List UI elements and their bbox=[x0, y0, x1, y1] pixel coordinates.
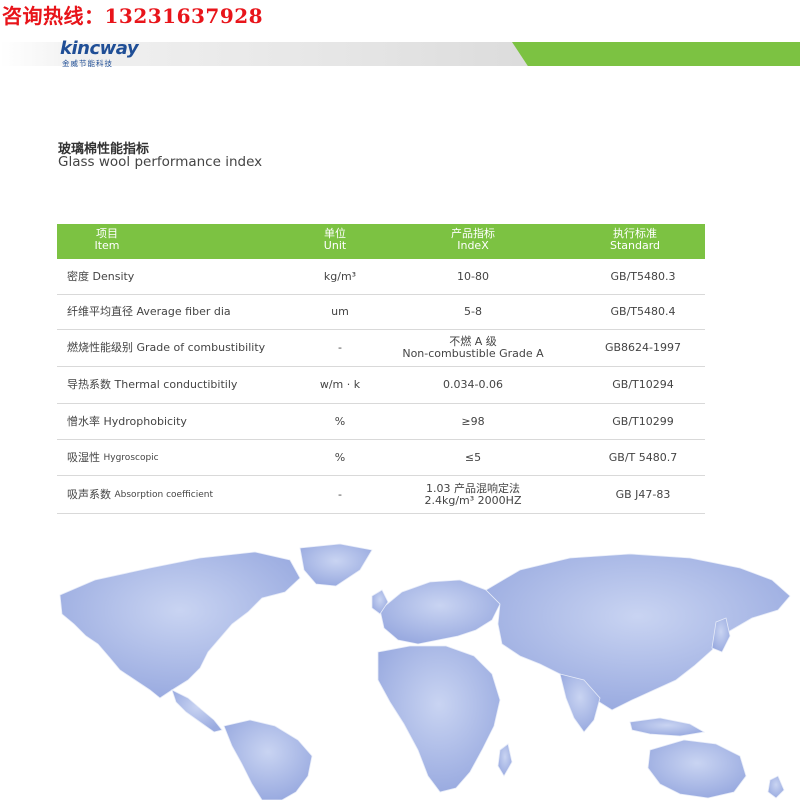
row-index: 10-80 bbox=[457, 269, 489, 283]
row-index: 0.034-0.06 bbox=[443, 378, 503, 391]
item-en: Hygroscopic bbox=[103, 452, 159, 463]
row-standard: GB/T5480.4 bbox=[610, 305, 676, 318]
australia-shape bbox=[647, 739, 747, 799]
row-unit: w/m · k bbox=[319, 378, 361, 391]
row-standard: GB/T 5480.7 bbox=[608, 450, 678, 464]
item-cn: 纤维平均直径 bbox=[67, 305, 133, 318]
row-unit: um bbox=[331, 305, 349, 318]
indonesia-shape bbox=[629, 717, 706, 737]
header-standard-en: Standard bbox=[609, 239, 661, 252]
header-index-en: IndeX bbox=[457, 239, 489, 252]
row-item: 燃烧性能级别 Grade of combustibility bbox=[67, 330, 307, 366]
africa-shape bbox=[377, 645, 501, 793]
header-standard: 执行标准 Standard bbox=[573, 228, 697, 252]
header-green-bar bbox=[512, 42, 800, 66]
item-cn: 密度 bbox=[67, 269, 89, 283]
item-cn: 导热系数 bbox=[67, 378, 111, 391]
brand-logo: kincway 金威节能科技 bbox=[60, 38, 160, 68]
item-cn: 吸声系数 bbox=[67, 487, 111, 501]
item-en: Thermal conductibitily bbox=[114, 378, 238, 391]
row-standard: GB J47-83 bbox=[615, 487, 671, 501]
index-line-2: 2.4kg/m³ 2000HZ bbox=[424, 493, 522, 507]
row-index: 不燃 A 级 Non-combustible Grade A bbox=[373, 330, 573, 366]
item-en: Density bbox=[92, 269, 135, 283]
table-row: 燃烧性能级别 Grade of combustibility - 不燃 A 级 … bbox=[57, 330, 705, 367]
header-unit-en: Unit bbox=[323, 239, 347, 252]
row-standard: GB/T10299 bbox=[612, 414, 674, 428]
table-row: 密度 Density kg/m³ 10-80 GB/T5480.3 bbox=[57, 259, 705, 295]
index-line-2: Non-combustible Grade A bbox=[402, 347, 544, 360]
row-item: 密度 Density bbox=[67, 259, 307, 294]
central-america-shape bbox=[171, 689, 223, 733]
madagascar-shape bbox=[497, 743, 513, 777]
table-row: 导热系数 Thermal conductibitily w/m · k 0.03… bbox=[57, 367, 705, 404]
south-america-shape bbox=[223, 719, 313, 800]
row-standard: GB/T10294 bbox=[612, 378, 674, 391]
item-cn: 燃烧性能级别 bbox=[67, 341, 133, 354]
header-item: 项目 Item bbox=[57, 228, 157, 252]
hotline-text: 咨询热线：13231637928 bbox=[2, 4, 264, 28]
item-en: Absorption coefficient bbox=[114, 489, 214, 500]
row-unit: % bbox=[334, 414, 346, 428]
row-index: ≤5 bbox=[464, 450, 482, 464]
brand-subtitle: 金威节能科技 bbox=[62, 59, 113, 68]
new-zealand-shape bbox=[767, 775, 785, 799]
row-item: 吸湿性 Hygroscopic bbox=[67, 440, 307, 475]
row-standard: GB/T5480.3 bbox=[610, 269, 676, 283]
index-line-1: 1.03 产品混响定法 bbox=[425, 481, 520, 495]
row-item: 纤维平均直径 Average fiber dia bbox=[67, 295, 307, 329]
item-cn: 吸湿性 bbox=[67, 450, 100, 464]
row-item: 吸声系数 Absorption coefficient bbox=[67, 476, 307, 513]
row-unit: % bbox=[334, 450, 346, 464]
header-item-en: Item bbox=[94, 239, 120, 252]
table-row: 吸声系数 Absorption coefficient - 1.03 产品混响定… bbox=[57, 476, 705, 514]
europe-shape bbox=[379, 579, 501, 645]
asia-shape bbox=[485, 553, 791, 711]
brand-wordmark: kincway bbox=[60, 38, 139, 59]
table-row: 吸湿性 Hygroscopic % ≤5 GB/T 5480.7 bbox=[57, 440, 705, 476]
north-america-shape bbox=[59, 551, 301, 699]
row-item: 导热系数 Thermal conductibitily bbox=[67, 367, 307, 403]
row-index: 1.03 产品混响定法 2.4kg/m³ 2000HZ bbox=[373, 476, 573, 513]
item-en: Average fiber dia bbox=[136, 305, 231, 318]
header-index: 产品指标 IndeX bbox=[373, 228, 573, 252]
item-cn: 憎水率 bbox=[67, 414, 100, 428]
row-index: ≥98 bbox=[461, 414, 485, 428]
row-index: 5-8 bbox=[464, 305, 482, 318]
row-unit: - bbox=[338, 487, 342, 501]
performance-table: 项目 Item 单位 Unit 产品指标 IndeX 执行标准 Standard… bbox=[57, 224, 705, 514]
table-header: 项目 Item 单位 Unit 产品指标 IndeX 执行标准 Standard bbox=[57, 224, 705, 259]
world-map-image bbox=[59, 543, 791, 800]
item-en: Grade of combustibility bbox=[136, 341, 266, 354]
table-row: 纤维平均直径 Average fiber dia um 5-8 GB/T5480… bbox=[57, 295, 705, 330]
row-standard: GB8624-1997 bbox=[604, 341, 682, 354]
greenland-shape bbox=[299, 543, 373, 587]
header-unit: 单位 Unit bbox=[302, 228, 368, 252]
table-row: 憎水率 Hydrophobicity % ≥98 GB/T10299 bbox=[57, 404, 705, 440]
section-title-en: Glass wool performance index bbox=[58, 154, 263, 170]
row-unit: - bbox=[338, 341, 342, 354]
item-en: Hydrophobicity bbox=[103, 414, 187, 428]
row-unit: kg/m³ bbox=[323, 269, 357, 283]
row-item: 憎水率 Hydrophobicity bbox=[67, 404, 307, 439]
